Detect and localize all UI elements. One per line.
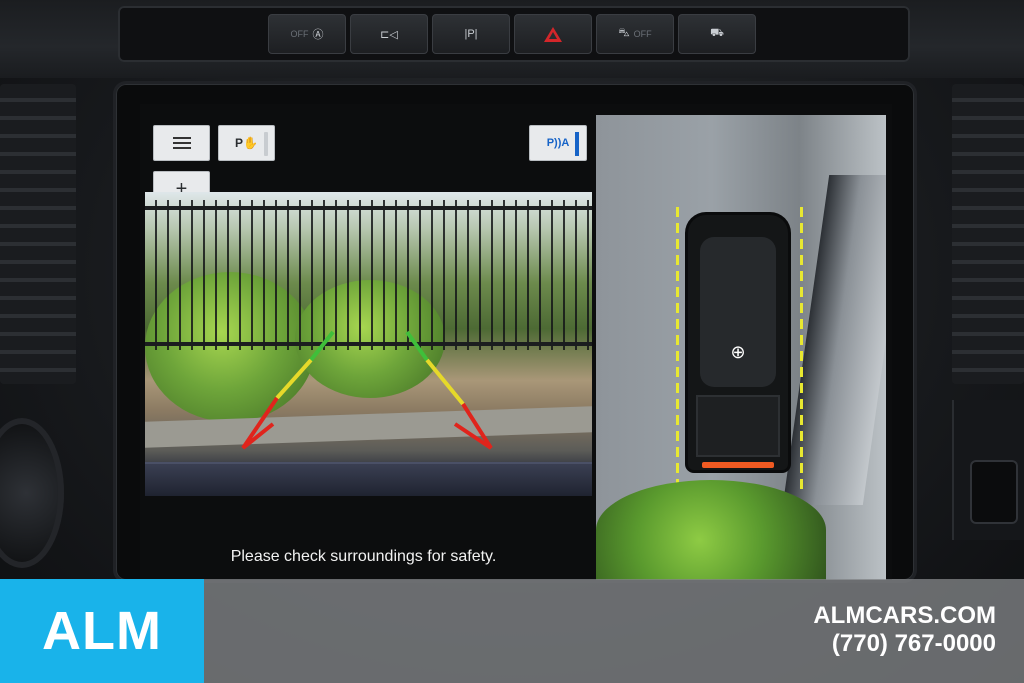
birds-eye-view[interactable]: ⊕ [596, 115, 886, 580]
guide-left-far [309, 330, 335, 362]
dealer-contact: ALMCARS.COM (770) 767-0000 [813, 602, 996, 658]
adjacent-vehicle [782, 175, 886, 505]
guide-right-near [453, 402, 493, 450]
park-assist-screen-button[interactable]: P✋ [218, 125, 275, 161]
park-indicator-bar [264, 132, 268, 156]
dashboard-top-strip: OFF Ⓐ ⊏◁ |P| ⛍ OFF ⛟ [0, 0, 1024, 78]
hazard-icon [544, 26, 562, 42]
guide-line-right [800, 207, 803, 489]
auto-start-stop-icon: Ⓐ [312, 29, 324, 41]
taillights [702, 462, 774, 468]
vehicle-bed [696, 395, 780, 457]
park-hand-icon: P✋ [235, 136, 258, 150]
vehicle-cab [700, 237, 776, 387]
traction-control-button[interactable]: ⛍ OFF [596, 14, 674, 54]
menu-button[interactable] [153, 125, 210, 161]
parking-sensor-icon: P))A [546, 137, 570, 149]
hazard-button[interactable] [514, 14, 592, 54]
off-label: OFF [290, 29, 309, 39]
camera-icon: ⊏◁ [380, 28, 398, 41]
auto-start-stop-button[interactable]: OFF Ⓐ [268, 14, 346, 54]
left-air-vent [0, 84, 76, 384]
menu-icon [172, 137, 191, 149]
guide-right-mid [425, 358, 465, 406]
dealer-banner: ALM ALMCARS.COM (770) 767-0000 [0, 579, 1024, 683]
trailer-icon: ⛟ [710, 27, 724, 39]
rear-camera-view[interactable] [145, 192, 592, 496]
right-air-vent [952, 84, 1024, 384]
guide-line-left [676, 207, 679, 489]
dealer-logo: ALM [0, 579, 204, 683]
hardware-button-cluster: OFF Ⓐ ⊏◁ |P| ⛍ OFF ⛟ [118, 6, 910, 62]
dealer-website: ALMCARS.COM [813, 602, 996, 629]
right-storage-slot [952, 400, 1024, 540]
park-assist-icon: |P| [464, 28, 478, 40]
shrub [596, 480, 826, 580]
off-label: OFF [633, 29, 652, 39]
guide-right-far [405, 330, 429, 362]
sensor-indicator-bar [575, 132, 579, 156]
guide-left-mid [275, 358, 313, 400]
parking-guidelines [241, 330, 493, 450]
zoom-in-icon[interactable]: ⊕ [727, 341, 749, 363]
park-assist-button[interactable]: |P| [432, 14, 510, 54]
camera-screen: P✋ + P))A Please check surroundings for … [140, 104, 892, 580]
parking-sensor-button[interactable]: P))A [529, 125, 587, 161]
slot-handle[interactable] [970, 460, 1018, 524]
trailer-button[interactable]: ⛟ [678, 14, 756, 54]
guide-left-near [241, 396, 279, 450]
traction-control-icon: ⛍ [618, 27, 630, 39]
safety-message: Please check surroundings for safety. [230, 548, 497, 565]
camera-button[interactable]: ⊏◁ [350, 14, 428, 54]
dealer-phone: (770) 767-0000 [831, 630, 996, 657]
